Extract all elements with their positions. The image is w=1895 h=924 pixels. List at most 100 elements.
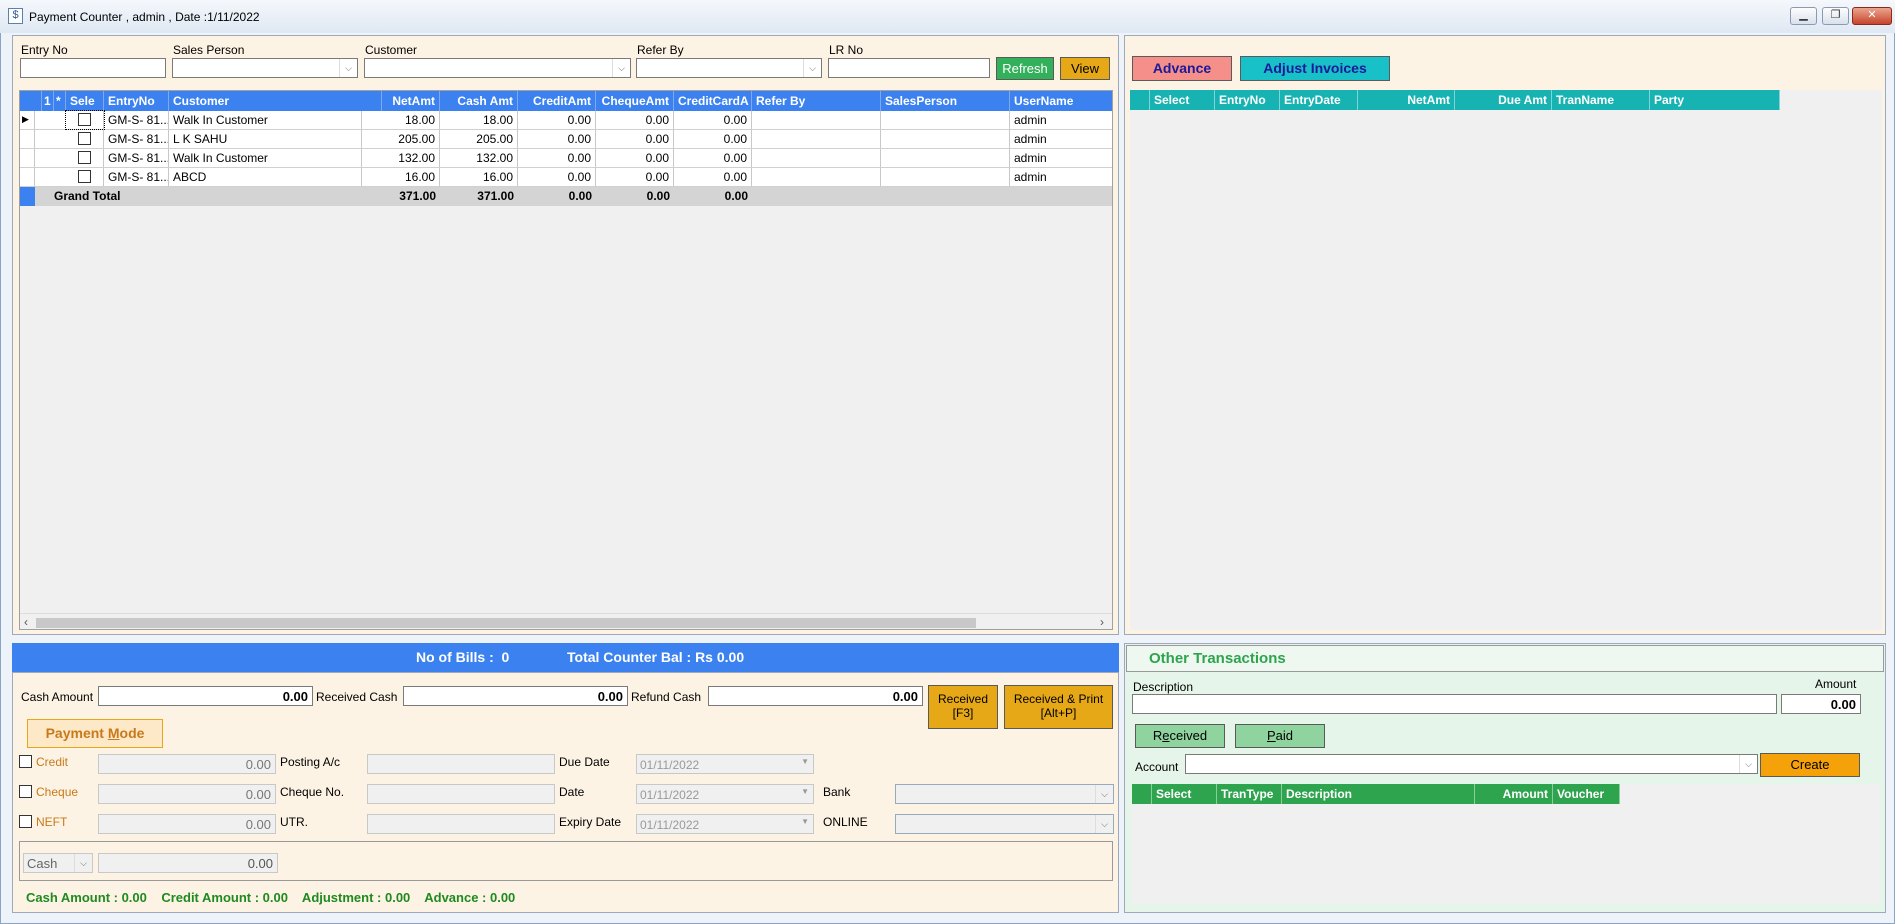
grid-header-chequeamt[interactable]: ChequeAmt	[596, 91, 674, 111]
cell-credit[interactable]: 0.00	[518, 130, 596, 148]
cheque-no-input[interactable]	[367, 784, 555, 804]
cell-card[interactable]: 0.00	[674, 149, 752, 167]
cell-credit[interactable]: 0.00	[518, 149, 596, 167]
cell-cash[interactable]: 205.00	[440, 130, 518, 148]
advance-header-dueamt[interactable]: Due Amt	[1455, 90, 1552, 110]
cell-net[interactable]: 132.00	[362, 149, 440, 167]
cell-user[interactable]: admin	[1010, 111, 1112, 129]
grid-header-salesperson[interactable]: SalesPerson	[881, 91, 1010, 111]
grid-header-entryno[interactable]: EntryNo	[104, 91, 169, 111]
cell-customer[interactable]: Walk In Customer	[169, 111, 362, 129]
row-selector[interactable]	[20, 130, 35, 148]
cell-net[interactable]: 16.00	[362, 168, 440, 186]
grid-header-username[interactable]: UserName	[1010, 91, 1112, 111]
received-print-button[interactable]: Received & Print [Alt+P]	[1004, 685, 1113, 729]
cell-card[interactable]: 0.00	[674, 168, 752, 186]
utr-input[interactable]	[367, 814, 555, 834]
row-select-cell[interactable]	[66, 149, 104, 167]
other-header-select[interactable]: Select	[1152, 784, 1217, 804]
minimize-button[interactable]: ▁	[1790, 7, 1817, 25]
account-combo[interactable]: ⌵	[1185, 754, 1758, 774]
create-button[interactable]: Create	[1760, 753, 1860, 777]
amount-input[interactable]: 0.00	[1781, 694, 1861, 714]
restore-button[interactable]: ❐	[1822, 7, 1849, 25]
credit-amount[interactable]: 0.00	[98, 754, 276, 774]
cell-refer[interactable]	[752, 168, 881, 186]
posting-ac-input[interactable]	[367, 754, 555, 774]
cell-cash[interactable]: 16.00	[440, 168, 518, 186]
other-header-voucher[interactable]: Voucher	[1553, 784, 1620, 804]
cheque-date-picker[interactable]: 01/11/2022 ▼	[636, 784, 814, 804]
bank-combo[interactable]: ⌵	[895, 784, 1114, 804]
refer-by-combo[interactable]: ⌵	[636, 58, 822, 78]
scrollbar-thumb[interactable]	[36, 618, 976, 628]
cell-cash[interactable]: 18.00	[440, 111, 518, 129]
description-input[interactable]	[1132, 694, 1777, 714]
entry-no-input[interactable]	[20, 58, 166, 78]
cell-user[interactable]: admin	[1010, 149, 1112, 167]
row-select-checkbox[interactable]	[78, 151, 91, 164]
row-selector[interactable]	[20, 149, 35, 167]
due-date-picker[interactable]: 01/11/2022 ▼	[636, 754, 814, 774]
advance-button[interactable]: Advance	[1132, 56, 1232, 81]
cell-sales[interactable]	[881, 149, 1010, 167]
grid-header-cashamt[interactable]: Cash Amt	[440, 91, 518, 111]
row-select-checkbox[interactable]	[78, 132, 91, 145]
row-select-checkbox[interactable]	[78, 170, 91, 183]
cell-cheque[interactable]: 0.00	[596, 149, 674, 167]
refresh-button[interactable]: Refresh	[996, 57, 1054, 80]
neft-checkbox[interactable]	[19, 815, 32, 828]
cell-entry[interactable]: GM-S- 81...	[104, 149, 169, 167]
grid-header-netamt[interactable]: NetAmt	[362, 91, 440, 111]
cell-refer[interactable]	[752, 130, 881, 148]
cell-customer[interactable]: L K SAHU	[169, 130, 362, 148]
grid-header-referby[interactable]: Refer By	[752, 91, 881, 111]
horizontal-scrollbar[interactable]: ‹ ›	[20, 613, 1112, 629]
grid-header-creditamt[interactable]: CreditAmt	[518, 91, 596, 111]
scroll-right-icon[interactable]: ›	[1100, 615, 1104, 629]
row-select-cell[interactable]	[66, 130, 104, 148]
cell-sales[interactable]	[881, 111, 1010, 129]
cheque-checkbox[interactable]	[19, 785, 32, 798]
cell-card[interactable]: 0.00	[674, 111, 752, 129]
row-select-checkbox[interactable]	[78, 113, 91, 126]
cell-net[interactable]: 205.00	[362, 130, 440, 148]
refund-cash-input[interactable]: 0.00	[708, 686, 923, 706]
row-selector[interactable]: ▶	[20, 111, 35, 129]
grid-header-creditcard[interactable]: CreditCardA	[674, 91, 752, 111]
credit-checkbox[interactable]	[19, 755, 32, 768]
scroll-left-icon[interactable]: ‹	[24, 615, 28, 629]
cell-cash[interactable]: 132.00	[440, 149, 518, 167]
online-combo[interactable]: ⌵	[895, 814, 1114, 834]
cell-cheque[interactable]: 0.00	[596, 111, 674, 129]
cell-entry[interactable]: GM-S- 81...	[104, 130, 169, 148]
expiry-date-picker[interactable]: 01/11/2022 ▼	[636, 814, 814, 834]
cell-credit[interactable]: 0.00	[518, 168, 596, 186]
cell-user[interactable]: admin	[1010, 130, 1112, 148]
row-selector[interactable]	[20, 168, 35, 186]
view-button[interactable]: View	[1060, 57, 1110, 80]
cell-refer[interactable]	[752, 111, 881, 129]
cell-entry[interactable]: GM-S- 81...	[104, 168, 169, 186]
table-row[interactable]: GM-S- 81... ABCD 16.00 16.00 0.00 0.00 0.00 adm…	[20, 168, 1112, 187]
lr-no-input[interactable]	[828, 58, 990, 78]
cell-credit[interactable]: 0.00	[518, 111, 596, 129]
cell-sales[interactable]	[881, 168, 1010, 186]
received-button[interactable]: Received [F3]	[928, 685, 998, 729]
cell-entry[interactable]: GM-S- 81...	[104, 111, 169, 129]
advance-header-tranname[interactable]: TranName	[1552, 90, 1650, 110]
cash-mode-select[interactable]: Cash ⌵	[23, 853, 93, 873]
row-select-cell[interactable]	[66, 168, 104, 186]
cell-customer[interactable]: Walk In Customer	[169, 149, 362, 167]
advance-header-entrydate[interactable]: EntryDate	[1280, 90, 1358, 110]
advance-header-netamt[interactable]: NetAmt	[1358, 90, 1455, 110]
cell-refer[interactable]	[752, 149, 881, 167]
neft-amount[interactable]: 0.00	[98, 814, 276, 834]
other-header-amount[interactable]: Amount	[1475, 784, 1553, 804]
cell-customer[interactable]: ABCD	[169, 168, 362, 186]
table-row[interactable]: GM-S- 81... L K SAHU 205.00 205.00 0.00 0.00 0…	[20, 130, 1112, 149]
advance-header-party[interactable]: Party	[1650, 90, 1780, 110]
cell-card[interactable]: 0.00	[674, 130, 752, 148]
adjust-invoices-button[interactable]: Adjust Invoices	[1240, 56, 1390, 81]
table-row[interactable]: ▶ GM-S- 81... Walk In Customer 18.00 18.00 0.…	[20, 110, 1112, 130]
